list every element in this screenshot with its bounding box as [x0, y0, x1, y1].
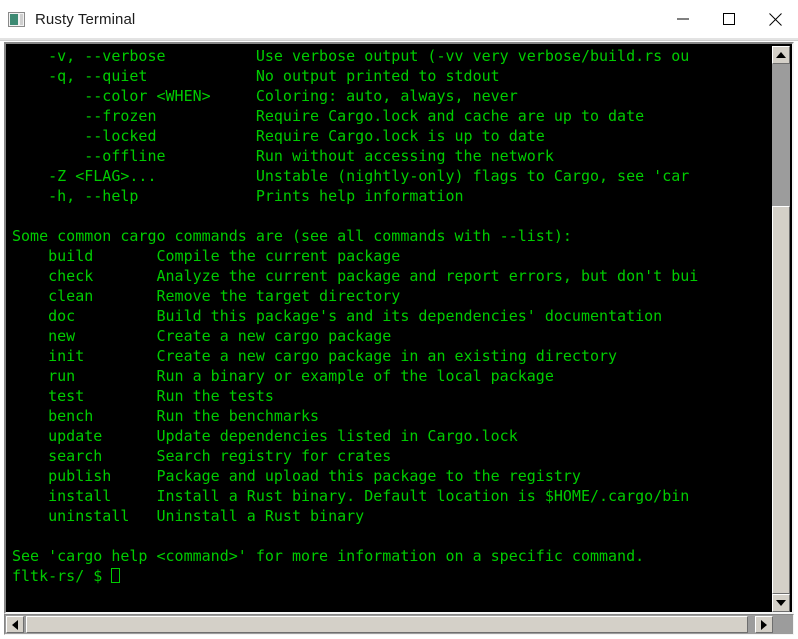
terminal-cursor — [111, 568, 121, 583]
terminal-line: init Create a new cargo package in an ex… — [12, 347, 618, 365]
terminal-line: clean Remove the target directory — [12, 287, 401, 305]
terminal-line: new Create a new cargo package — [12, 327, 392, 345]
terminal-line: doc Build this package's and its depende… — [12, 307, 663, 325]
terminal-line: --locked Require Cargo.lock is up to dat… — [12, 127, 545, 145]
terminal-line: --color <WHEN> Coloring: auto, always, n… — [12, 87, 518, 105]
close-button[interactable] — [752, 0, 798, 38]
scroll-up-button[interactable] — [772, 46, 790, 64]
vertical-scrollbar[interactable] — [772, 46, 790, 612]
window-title: Rusty Terminal — [35, 10, 136, 28]
terminal-screen[interactable]: -v, --verbose Use verbose output (-vv ve… — [12, 44, 772, 612]
scroll-down-button[interactable] — [772, 594, 790, 612]
terminal-line: --offline Run without accessing the netw… — [12, 147, 554, 165]
terminal-line: -h, --help Prints help information — [12, 187, 464, 205]
vertical-scroll-thumb[interactable] — [772, 206, 790, 594]
horizontal-scrollbar[interactable] — [4, 614, 794, 635]
terminal-line: check Analyze the current package and re… — [12, 267, 699, 285]
terminal-line: --frozen Require Cargo.lock and cache ar… — [12, 107, 645, 125]
terminal-line: See 'cargo help <command>' for more info… — [12, 547, 645, 565]
terminal-line: Some common cargo commands are (see all … — [12, 227, 572, 245]
titlebar-separator — [0, 38, 798, 41]
terminal-line: test Run the tests — [12, 387, 274, 405]
terminal-line: -Z <FLAG>... Unstable (nightly-only) fla… — [12, 167, 690, 185]
minimize-button[interactable] — [660, 0, 706, 38]
minimize-icon — [677, 18, 689, 20]
scroll-down-arrow-icon — [776, 600, 786, 606]
terminal-line: install Install a Rust binary. Default l… — [12, 487, 690, 505]
horizontal-scroll-thumb[interactable] — [26, 616, 748, 633]
maximize-icon — [723, 13, 735, 25]
terminal-line: -v, --verbose Use verbose output (-vv ve… — [12, 47, 690, 65]
terminal-prompt-line[interactable]: fltk-rs/ $ — [12, 566, 698, 586]
scroll-left-arrow-icon — [12, 619, 18, 630]
terminal-window: Rusty Terminal -v, --verbose Use verbose… — [0, 0, 798, 639]
terminal-line: run Run a binary or example of the local… — [12, 367, 554, 385]
terminal-line: -q, --quiet No output printed to stdout — [12, 67, 500, 85]
close-icon — [768, 12, 782, 26]
scroll-up-arrow-icon — [776, 52, 786, 58]
scroll-left-button[interactable] — [6, 616, 24, 633]
window-controls — [660, 0, 798, 38]
window-titlebar[interactable]: Rusty Terminal — [0, 0, 798, 38]
terminal-line: update Update dependencies listed in Car… — [12, 427, 518, 445]
terminal-text: -v, --verbose Use verbose output (-vv ve… — [12, 46, 698, 586]
terminal-output-area[interactable]: -v, --verbose Use verbose output (-vv ve… — [4, 42, 794, 614]
terminal-line: bench Run the benchmarks — [12, 407, 320, 425]
scroll-right-button[interactable] — [755, 616, 773, 633]
terminal-line: uninstall Uninstall a Rust binary — [12, 507, 365, 525]
scroll-right-arrow-icon — [761, 619, 767, 630]
terminal-app-icon — [8, 11, 25, 27]
terminal-prompt: fltk-rs/ $ — [12, 567, 112, 585]
terminal-line: build Compile the current package — [12, 247, 401, 265]
maximize-button[interactable] — [706, 0, 752, 38]
terminal-line: publish Package and upload this package … — [12, 467, 581, 485]
terminal-line: search Search registry for crates — [12, 447, 392, 465]
